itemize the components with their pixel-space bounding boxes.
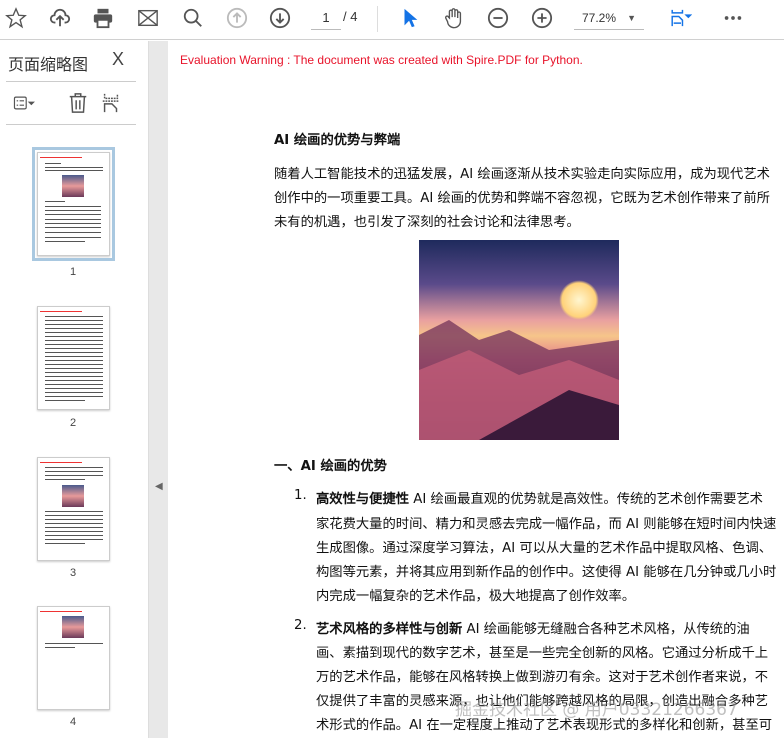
list-item-line: 高效性与便捷性 AI 绘画最直观的优势就是高效性。传统的艺术创作需要艺术 <box>316 488 763 507</box>
list-item-text: AI 绘画最直观的优势就是高效性。传统的艺术创作需要艺术 <box>409 492 763 507</box>
list-item-bold: 高效性与便捷性 <box>316 492 410 507</box>
landscape-artwork-image <box>419 240 619 440</box>
email-icon[interactable] <box>136 6 160 30</box>
delete-trash-icon[interactable] <box>66 91 90 115</box>
panel-title: 页面缩略图 <box>8 55 89 74</box>
panel-splitter[interactable]: ◀ <box>148 41 168 738</box>
list-item-line: 内完成一幅复杂的艺术作品，极大地提高了创作效率。 <box>316 589 636 604</box>
page-number-input[interactable]: 1 <box>311 8 341 30</box>
divider <box>6 81 136 82</box>
zoom-select[interactable]: 77.2% ▼ <box>574 8 644 30</box>
list-item-bold: 艺术风格的多样性与创新 <box>316 622 463 637</box>
page-layout-icon[interactable] <box>99 91 123 115</box>
collapse-panel-icon[interactable]: ◀ <box>155 481 163 492</box>
page-thumbnail-3[interactable] <box>37 457 110 561</box>
list-number: 1. <box>294 488 307 503</box>
page-thumbnail-1[interactable] <box>32 147 115 261</box>
hand-tool-icon[interactable] <box>442 6 466 30</box>
page-thumbnail-2[interactable] <box>37 306 110 410</box>
next-page-icon[interactable] <box>268 6 292 30</box>
page-fit-icon[interactable] <box>664 6 698 30</box>
list-item-text: AI 绘画能够无缝融合各种艺术风格，从传统的油 <box>462 622 750 637</box>
evaluation-warning: Evaluation Warning : The document was cr… <box>180 53 583 67</box>
zoom-out-icon[interactable] <box>486 6 510 30</box>
divider <box>377 6 378 32</box>
list-item-line: 家花费大量的时间、精力和灵感去完成一幅作品，而 AI 则能够在短时间内快速 <box>316 517 777 532</box>
toolbar: 1 / 4 77.2% ▼ <box>0 0 784 40</box>
divider <box>6 124 136 125</box>
thumbnail-label: 1 <box>69 266 77 278</box>
print-icon[interactable] <box>91 6 115 30</box>
intro-line: 创作中的一项重要工具。AI 绘画的优势和弊端不容忽视，它既为艺术创作带来了前所 <box>274 191 770 206</box>
list-item-line: 万的艺术作品，能够在风格转换上做到游刃有余。这对于艺术创作者来说，不 <box>316 670 769 685</box>
thumbnail-label: 4 <box>69 716 77 728</box>
page-thumbnail-4[interactable] <box>37 606 110 710</box>
upload-cloud-icon[interactable] <box>48 6 72 30</box>
select-cursor-icon[interactable] <box>398 6 422 30</box>
thumbnail-label: 3 <box>69 567 77 579</box>
document-page: Evaluation Warning : The document was cr… <box>168 41 784 738</box>
list-item-line: 艺术风格的多样性与创新 AI 绘画能够无缝融合各种艺术风格，从传统的油 <box>316 618 750 637</box>
watermark: 掘金技术社区 @ 用户03321266367 <box>455 700 738 720</box>
document-title: AI 绘画的优势与弊端 <box>274 133 401 148</box>
list-item-line: 画、素描到现代的数字艺术，甚至是一些完全创新的风格。它通过分析成千上 <box>316 646 769 661</box>
thumbnail-label: 2 <box>69 417 77 429</box>
close-panel-button[interactable]: X <box>112 49 124 70</box>
page-total: / 4 <box>343 9 358 24</box>
bookmark-star-icon[interactable] <box>4 6 28 30</box>
thumbnail-panel: 页面缩略图 X 1 2 3 4 <box>0 41 148 738</box>
zoom-in-icon[interactable] <box>530 6 554 30</box>
previous-page-icon[interactable] <box>225 6 249 30</box>
thumbnail-options-icon[interactable] <box>6 91 42 115</box>
find-search-icon[interactable] <box>181 6 205 30</box>
list-item-line: 生成图像。通过深度学习算法，AI 可以从大量的艺术作品中提取风格、色调、 <box>316 541 773 556</box>
section-heading: 一、AI 绘画的优势 <box>274 459 387 474</box>
list-item-line: 构图等元素，并将其应用到新作品的创作中。这使得 AI 能够在几分钟或几小时 <box>316 565 777 580</box>
intro-line: 未有的机遇，也引发了深刻的社会讨论和法律思考。 <box>274 215 580 230</box>
more-options-icon[interactable] <box>721 6 745 30</box>
intro-line: 随着人工智能技术的迅猛发展，AI 绘画逐渐从技术实验走向实际应用，成为现代艺术 <box>274 167 770 182</box>
chevron-down-icon: ▼ <box>627 13 636 23</box>
list-number: 2. <box>294 618 307 633</box>
zoom-value: 77.2% <box>582 11 617 25</box>
